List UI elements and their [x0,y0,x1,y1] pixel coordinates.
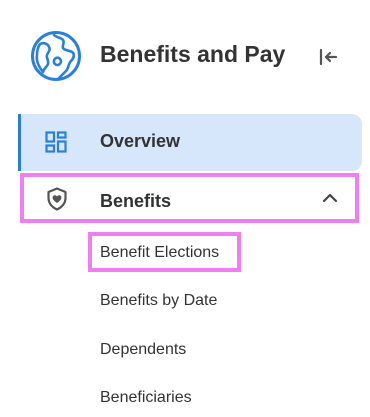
sub-item-benefit-elections[interactable]: Benefit Elections [100,244,219,262]
nav-item-benefits-label: Benefits [100,191,172,211]
collapse-sidebar-button[interactable] [314,43,342,71]
chevron-up-icon[interactable] [321,191,339,205]
collapse-left-icon [319,48,338,66]
app-header: Benefits and Pay [0,0,370,112]
shield-heart-icon [47,187,67,211]
nav-item-benefits[interactable]: Benefits [20,173,359,223]
nav-item-overview[interactable]: Overview [18,114,362,171]
nav-item-overview-label: Overview [100,131,181,151]
sub-item-beneficiaries[interactable]: Beneficiaries [100,389,192,407]
globe-icon [31,31,81,81]
app-title: Benefits and Pay [100,41,286,67]
sub-item-dependents[interactable]: Dependents [100,341,186,359]
dashboard-grid-icon [45,131,67,153]
sub-item-benefits-by-date[interactable]: Benefits by Date [100,292,217,310]
